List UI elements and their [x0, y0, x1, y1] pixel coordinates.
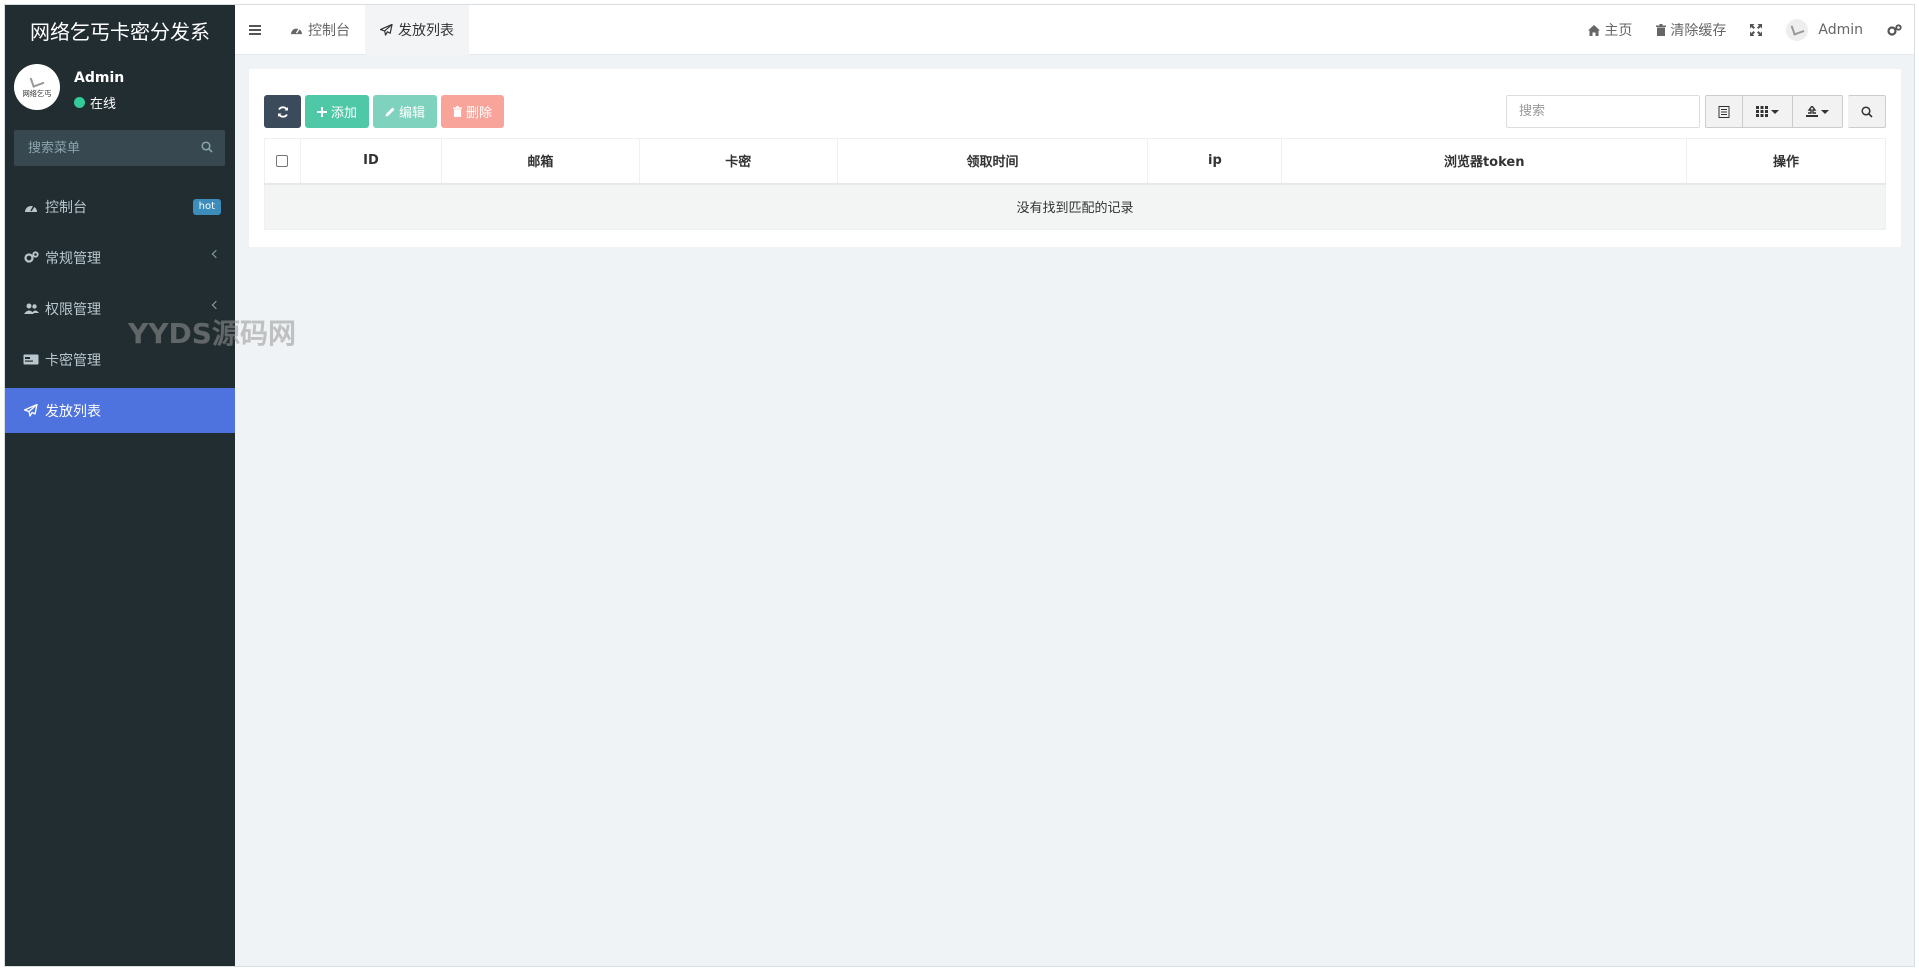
expand-icon [1750, 24, 1763, 36]
online-dot-icon [74, 97, 85, 108]
avatar-text: 网络乞丐 [22, 88, 52, 98]
home-label: 主页 [1604, 23, 1633, 39]
sidebar-item-dashboard[interactable]: 控制台 hot [5, 184, 235, 229]
menu-icon [249, 24, 261, 35]
cogs-icon [1887, 23, 1902, 36]
sidebar-item-label: 权限管理 [45, 301, 101, 318]
admin-name: Admin [1818, 22, 1863, 38]
trash-icon [1656, 24, 1667, 36]
refresh-icon [277, 105, 288, 118]
column-header: 操作 [1686, 138, 1886, 185]
settings-button[interactable] [1875, 5, 1914, 55]
sidebar: 网络乞丐卡密分发系 网络乞丐 Admin 在线 控制台 hot [5, 5, 235, 966]
header-actions: 主页 清除缓存 Admin [1576, 5, 1914, 55]
avatar [1786, 19, 1809, 41]
caret-down-icon [1821, 109, 1829, 114]
sidebar-item-label: 控制台 [45, 199, 87, 216]
home-link[interactable]: 主页 [1576, 5, 1644, 55]
paper-plane-icon [380, 23, 393, 36]
grid-icon [1756, 106, 1768, 117]
column-header[interactable]: 卡密 [638, 138, 838, 185]
fullscreen-button[interactable] [1738, 5, 1774, 55]
user-name: Admin [74, 70, 125, 86]
sidebar-item-label: 发放列表 [45, 403, 101, 420]
tab-label: 发放列表 [398, 22, 454, 39]
column-header[interactable]: ID [299, 138, 442, 185]
refresh-button[interactable] [264, 95, 301, 128]
sidebar-search [14, 130, 225, 166]
trash-icon [453, 106, 463, 117]
empty-row: 没有找到匹配的记录 [264, 183, 1886, 230]
add-label: 添加 [331, 106, 358, 121]
column-header[interactable]: ip [1147, 138, 1283, 185]
dashboard-icon [23, 200, 39, 214]
table-search-input[interactable] [1506, 95, 1700, 128]
caret-down-icon [1771, 109, 1779, 114]
dashboard-icon [291, 28, 302, 35]
app-frame: 网络乞丐卡密分发系 网络乞丐 Admin 在线 控制台 hot [4, 4, 1915, 967]
app-logo-title[interactable]: 网络乞丐卡密分发系 [5, 5, 235, 55]
user-status: 在线 [74, 93, 116, 112]
export-icon [1806, 106, 1818, 117]
edit-button[interactable]: 编辑 [373, 95, 438, 128]
sidebar-item-general[interactable]: 常规管理 [5, 235, 235, 280]
table-toolbar: 添加 编辑 删除 [264, 95, 505, 128]
select-all-header [264, 138, 301, 185]
hot-badge: hot [192, 199, 221, 215]
tab-label: 控制台 [308, 22, 350, 39]
table-right-tools [1506, 95, 1886, 128]
sidebar-toggle-button[interactable] [235, 5, 275, 55]
tab-dashboard[interactable]: 控制台 [275, 5, 365, 55]
search-icon [1860, 105, 1873, 118]
list-view-icon [1718, 105, 1730, 118]
sidebar-search-input[interactable] [14, 130, 184, 166]
home-icon [1588, 24, 1601, 36]
sidebar-item-distribution-list[interactable]: 发放列表 [5, 388, 235, 433]
paper-plane-icon [23, 404, 39, 418]
users-icon [23, 302, 39, 316]
chevron-left-icon [211, 249, 221, 259]
card-icon [23, 353, 39, 367]
sidebar-item-label: 卡密管理 [45, 352, 101, 369]
clear-cache-label: 清除缓存 [1670, 23, 1727, 39]
table-header-row: ID 邮箱 卡密 领取时间 ip 浏览器token 操作 [264, 138, 1886, 185]
pencil-icon [385, 107, 395, 116]
clear-cache-button[interactable]: 清除缓存 [1644, 5, 1738, 55]
empty-message: 没有找到匹配的记录 [264, 183, 1886, 230]
cogs-icon [23, 251, 39, 265]
toggle-view-button[interactable] [1705, 95, 1743, 128]
edit-label: 编辑 [399, 106, 426, 121]
columns-dropdown-button[interactable] [1743, 95, 1793, 128]
export-dropdown-button[interactable] [1793, 95, 1843, 128]
column-header[interactable]: 邮箱 [440, 138, 640, 185]
user-status-text: 在线 [90, 97, 117, 112]
column-header[interactable]: 浏览器token [1281, 138, 1688, 185]
records-table: ID 邮箱 卡密 领取时间 ip 浏览器token 操作 没有找到匹配的记录 [264, 138, 1886, 230]
delete-button[interactable]: 删除 [441, 95, 505, 128]
add-button[interactable]: 添加 [305, 95, 370, 128]
advanced-search-button[interactable] [1848, 95, 1886, 128]
plus-icon [317, 106, 327, 117]
delete-label: 删除 [466, 106, 493, 121]
user-panel: 网络乞丐 Admin 在线 [5, 55, 235, 131]
avatar: 网络乞丐 [14, 64, 60, 110]
chevron-left-icon [211, 300, 221, 310]
sidebar-item-label: 常规管理 [45, 250, 101, 267]
avatar-logo-icon [29, 73, 45, 88]
tab-distribution-list[interactable]: 发放列表 [365, 5, 469, 55]
search-icon[interactable] [201, 141, 213, 153]
select-all-checkbox[interactable] [276, 154, 289, 167]
content-panel: 添加 编辑 删除 搜索 ID 邮箱 卡密 领取时间 ip 浏览器token 操作… [249, 69, 1901, 247]
admin-user-menu[interactable]: Admin [1774, 5, 1875, 55]
column-header[interactable]: 领取时间 [836, 138, 1149, 185]
top-header: 控制台 发放列表 主页 清除缓存 Admin [235, 5, 1914, 55]
watermark: YYDS源码网 [128, 317, 296, 350]
